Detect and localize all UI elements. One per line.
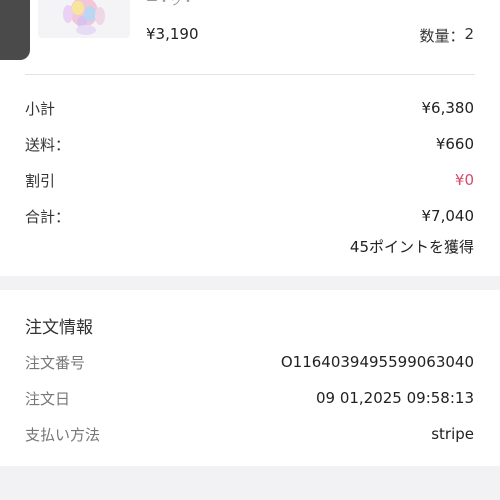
order-date-row: 注文日 09 01,2025 09:58:13 <box>25 387 474 409</box>
product-thumbnail[interactable] <box>38 0 130 38</box>
total-row: 合計： ¥7,040 <box>25 205 474 227</box>
shipping-value: ¥660 <box>435 135 474 153</box>
order-number-label: 注文番号 <box>25 353 86 372</box>
back-tab[interactable] <box>0 0 30 60</box>
order-date-label: 注文日 <box>25 389 71 408</box>
discount-row: 割引 ¥0 <box>25 169 474 191</box>
payment-method-value: stripe <box>431 425 474 443</box>
plush-toy-image <box>63 0 105 35</box>
quantity: 数量： 2 <box>419 25 474 46</box>
shipping-label: 送料： <box>25 135 71 154</box>
payment-method-label: 支払い方法 <box>25 425 101 444</box>
total-label: 合計： <box>25 207 71 226</box>
divider <box>25 74 475 75</box>
subtotal-label: 小計 <box>25 99 56 118</box>
order-info-title: 注文情報 <box>25 318 93 338</box>
total-value: ¥7,040 <box>421 207 475 225</box>
subtotal-value: ¥6,380 <box>421 99 475 117</box>
discount-label: 割引 <box>25 171 56 190</box>
order-number-value: O1164039495599063040 <box>280 353 474 371</box>
discount-value: ¥0 <box>454 171 474 189</box>
order-number-row: 注文番号 O1164039495599063040 <box>25 351 474 373</box>
points-earned: 45ポイントを獲得 <box>349 238 474 256</box>
quantity-value: 2 <box>464 25 474 43</box>
shipping-row: 送料： ¥660 <box>25 133 474 155</box>
payment-method-row: 支払い方法 stripe <box>25 423 474 445</box>
unit-price: ¥3,190 <box>146 25 199 43</box>
order-summary-card: ー・ツ・ ¥3,190 数量： 2 小計 ¥6,380 送料： ¥660 割引 … <box>0 0 500 276</box>
order-date-value: 09 01,2025 09:58:13 <box>315 389 474 407</box>
product-name-partial: ー・ツ・ <box>146 0 195 8</box>
subtotal-row: 小計 ¥6,380 <box>25 97 474 119</box>
quantity-label: 数量： <box>419 27 465 45</box>
